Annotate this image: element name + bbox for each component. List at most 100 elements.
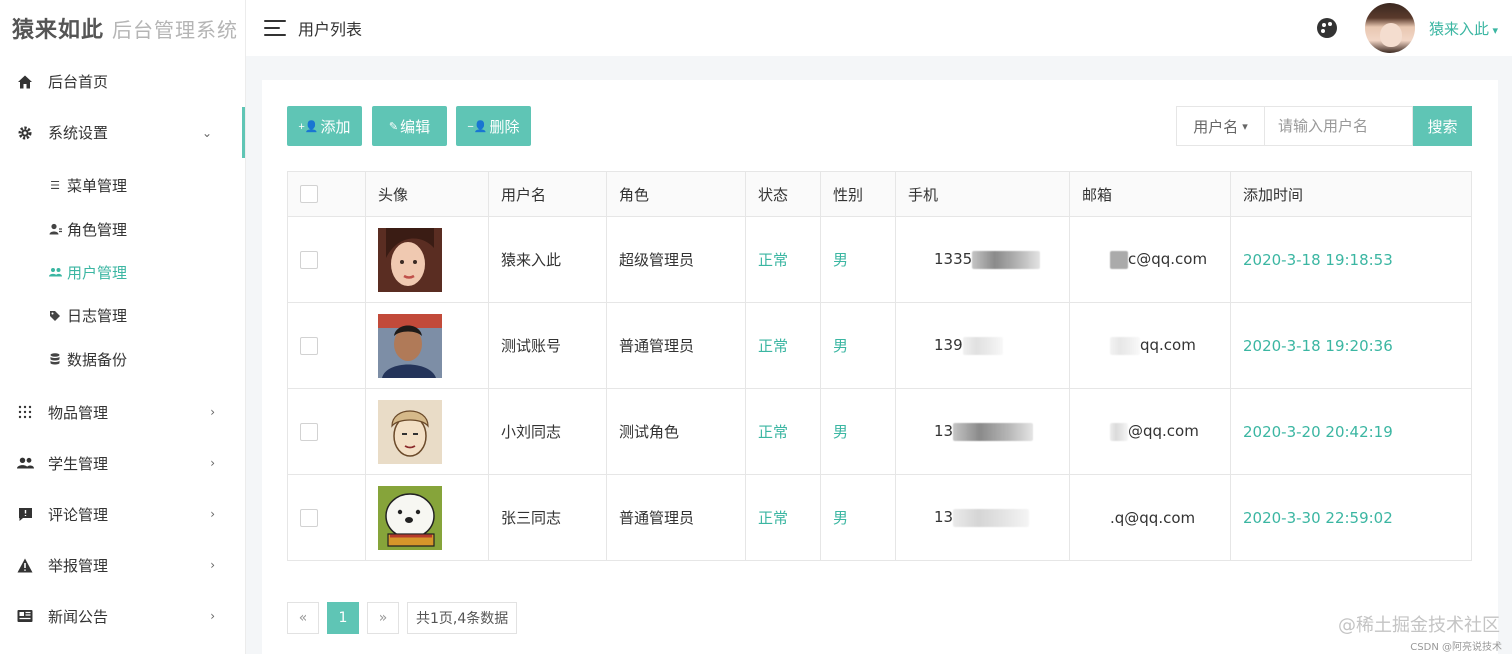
sidebar-item-home[interactable]: 后台首页: [0, 56, 245, 107]
user-role-icon: [48, 223, 62, 235]
select-all-checkbox[interactable]: [300, 185, 318, 204]
table-row[interactable]: 小刘同志 测试角色 正常 男 13 @qq.com 2020-3-20 20:4…: [287, 388, 1472, 475]
delete-button-label: 删除: [489, 118, 520, 136]
search-field-select[interactable]: 用户名: [1176, 106, 1264, 146]
search-input[interactable]: [1264, 106, 1413, 146]
next-page-button[interactable]: »: [367, 602, 399, 634]
watermark-sub: CSDN @阿亮说技术: [1410, 642, 1502, 653]
email-cell: c@qq.com: [1069, 216, 1231, 303]
row-checkbox[interactable]: [300, 250, 318, 269]
sidebar-item-goods[interactable]: 物品管理 ›: [0, 387, 245, 438]
logo[interactable]: 猿来如此 后台管理系统: [0, 0, 245, 56]
sidebar-item-label: 学生管理: [48, 454, 109, 473]
user-menu[interactable]: 猿来入此: [1429, 18, 1498, 39]
sidebar-item-label: 新闻公告: [48, 607, 109, 626]
users-icon: [48, 267, 62, 277]
palette-icon[interactable]: [1316, 18, 1337, 38]
warning-icon: [16, 556, 34, 574]
phone-cell: 139: [895, 302, 1070, 389]
top-header: 用户列表 猿来入此: [246, 0, 1512, 56]
sidebar-item-settings[interactable]: 系统设置 ⌄: [0, 107, 245, 158]
column-header: 手机: [895, 171, 1070, 217]
gender-cell: 男: [820, 216, 896, 303]
row-checkbox[interactable]: [300, 422, 318, 441]
redacted-mask: [1110, 422, 1128, 441]
username-cell: 猿来入此: [488, 216, 607, 303]
user-avatar: [378, 313, 442, 378]
status-cell: 正常: [745, 474, 821, 561]
add-button-label: 添加: [320, 118, 351, 136]
delete-button[interactable]: −👤 删除: [456, 106, 531, 146]
sidebar-item-user-management[interactable]: 用户管理: [0, 251, 245, 294]
email-cell: .q@qq.com: [1069, 474, 1231, 561]
sidebar-item-role-management[interactable]: 角色管理: [0, 207, 245, 250]
list-icon: ☰: [50, 179, 60, 193]
phone-text: 13: [934, 422, 954, 441]
user-avatar: [378, 399, 442, 464]
phone-text: 139: [934, 336, 963, 355]
pagination: « 1 » 共1页,4条数据: [287, 602, 518, 634]
page-1-button[interactable]: 1: [327, 602, 359, 634]
status-cell: 正常: [745, 216, 821, 303]
search-button[interactable]: 搜索: [1413, 106, 1472, 146]
role-cell: 测试角色: [606, 388, 746, 475]
edit-button[interactable]: ✎ 编辑: [372, 106, 447, 146]
add-button[interactable]: +👤 添加: [287, 106, 362, 146]
logo-main-text: 猿来如此: [12, 18, 105, 43]
row-checkbox[interactable]: [300, 336, 318, 355]
status-cell: 正常: [745, 302, 821, 389]
prev-page-button[interactable]: «: [287, 602, 319, 634]
redacted-mask: [962, 336, 1003, 355]
page-title: 用户列表: [298, 20, 363, 39]
username-cell: 测试账号: [488, 302, 607, 389]
sidebar-item-menu-management[interactable]: ☰ 菜单管理: [0, 164, 245, 207]
column-header: 性别: [820, 171, 896, 217]
table-row[interactable]: 张三同志 普通管理员 正常 男 13 .q@qq.com 2020-3-30 2…: [287, 474, 1472, 561]
gender-cell: 男: [820, 474, 896, 561]
sidebar-item-data-backup[interactable]: 数据备份: [0, 338, 245, 381]
search-bar: 用户名 搜索: [1176, 106, 1472, 146]
database-icon: [48, 353, 62, 365]
sidebar-menu: 后台首页 系统设置 ⌄ ☰ 菜单管理 角色管理 用户管理 日志管理 数据备份 物…: [0, 56, 245, 642]
users-icon: [16, 454, 34, 472]
table-row[interactable]: 测试账号 普通管理员 正常 男 139 qq.com 2020-3-18 19:…: [287, 302, 1472, 389]
user-list-panel: +👤添加 ✎编辑 −👤删除 用户名 搜索 头像 用户名 角色 状态 性别 手机 …: [262, 80, 1498, 654]
sidebar-item-log-management[interactable]: 日志管理: [0, 294, 245, 337]
sidebar-item-label: 用户管理: [67, 263, 128, 282]
sidebar-item-label: 数据备份: [67, 350, 128, 369]
status-cell: 正常: [745, 388, 821, 475]
sidebar-item-news[interactable]: 新闻公告 ›: [0, 591, 245, 642]
email-text: c@qq.com: [1128, 250, 1208, 269]
avatar[interactable]: [1364, 3, 1415, 53]
email-cell: qq.com: [1069, 302, 1231, 389]
column-header: 状态: [745, 171, 821, 217]
column-header: 邮箱: [1069, 171, 1231, 217]
pagination-summary: 共1页,4条数据: [407, 602, 518, 634]
email-text: .q@qq.com: [1110, 508, 1196, 527]
row-checkbox[interactable]: [300, 508, 318, 527]
column-header: 头像: [365, 171, 489, 217]
user-avatar: [378, 227, 442, 292]
created-cell: 2020-3-18 19:20:36: [1230, 302, 1472, 389]
sidebar-item-reports[interactable]: 举报管理 ›: [0, 540, 245, 591]
email-text: @qq.com: [1128, 422, 1199, 441]
sidebar-item-label: 系统设置: [48, 124, 109, 142]
email-text: qq.com: [1140, 336, 1196, 355]
phone-cell: 13: [895, 474, 1070, 561]
table-header-row: 头像 用户名 角色 状态 性别 手机 邮箱 添加时间: [287, 171, 1472, 217]
phone-cell: 13: [895, 388, 1070, 475]
table-row[interactable]: 猿来入此 超级管理员 正常 男 1335 c@qq.com 2020-3-18 …: [287, 216, 1472, 303]
created-cell: 2020-3-20 20:42:19: [1230, 388, 1472, 475]
edit-user-icon: ✎: [388, 120, 399, 133]
hamburger-menu-icon[interactable]: [264, 20, 286, 36]
home-icon: [16, 73, 34, 91]
role-cell: 普通管理员: [606, 474, 746, 561]
user-avatar: [378, 485, 442, 550]
sidebar-item-label: 角色管理: [67, 220, 128, 239]
sidebar-item-comments[interactable]: 评论管理 ›: [0, 489, 245, 540]
edit-button-label: 编辑: [400, 118, 431, 136]
sidebar-item-label: 评论管理: [48, 505, 109, 524]
sidebar-item-label: 菜单管理: [67, 177, 128, 196]
sidebar-item-students[interactable]: 学生管理 ›: [0, 438, 245, 489]
chevron-right-icon: ›: [210, 456, 215, 471]
